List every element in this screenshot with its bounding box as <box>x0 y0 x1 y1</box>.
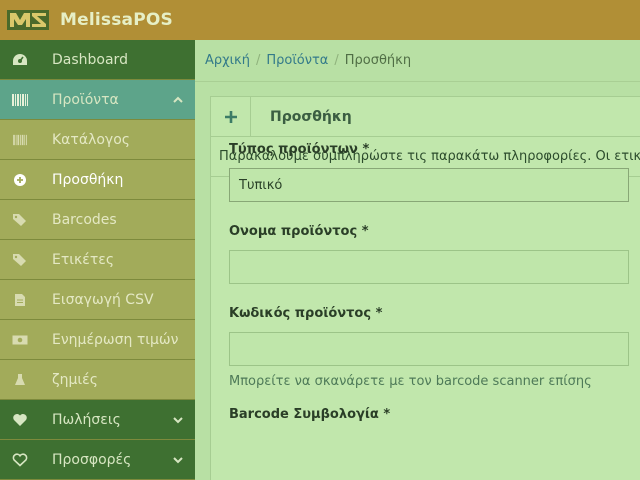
money-icon <box>10 330 30 350</box>
sidebar-item-damages[interactable]: ζημιές <box>0 360 195 400</box>
product-name-label: Ονομα προϊόντος * <box>229 224 369 239</box>
breadcrumb-home-link[interactable]: Αρχική <box>205 53 250 68</box>
panel-toggle-button[interactable] <box>211 96 251 137</box>
sidebar-item-sales[interactable]: Πωλήσεις <box>0 400 195 440</box>
sidebar-item-offers[interactable]: Προσφορές <box>0 440 195 480</box>
product-type-label: Τύπος προϊόντων * <box>229 142 370 157</box>
sidebar: Dashboard Προϊόντα Κατάλογος Προσθήκη Ba… <box>0 40 195 480</box>
sidebar-item-label: Προσφορές <box>52 451 132 468</box>
sidebar-item-label: Προσθήκη <box>52 171 124 188</box>
flask-icon <box>10 370 30 390</box>
plus-icon <box>224 110 237 123</box>
breadcrumb-separator: / <box>334 53 339 68</box>
barcode-icon <box>10 130 30 150</box>
sidebar-item-add[interactable]: Προσθήκη <box>0 160 195 200</box>
logo[interactable] <box>0 0 50 40</box>
sidebar-item-labels[interactable]: Ετικέτες <box>0 240 195 280</box>
sidebar-item-label: Ετικέτες <box>52 251 115 268</box>
barcode-icon <box>10 90 30 110</box>
product-form: Τύπος προϊόντων * Τυπικό Ονομα προϊόντος… <box>229 142 640 427</box>
breadcrumb-separator: / <box>255 53 261 68</box>
sidebar-item-barcodes[interactable]: Barcodes <box>0 200 195 240</box>
dashboard-icon <box>10 50 30 70</box>
chevron-down-icon <box>173 417 183 424</box>
barcode-symbology-label: Barcode Συμβολογία * <box>229 407 391 422</box>
plus-circle-icon <box>10 170 30 190</box>
heart-outline-icon <box>10 450 30 470</box>
panel-title: Προσθήκη <box>270 108 352 125</box>
sidebar-item-import-csv[interactable]: Εισαγωγή CSV <box>0 280 195 320</box>
sidebar-item-label: Barcodes <box>52 211 117 228</box>
main-content: Αρχική / Προϊόντα / Προσθήκη Προσθήκη Πα… <box>195 40 640 480</box>
breadcrumb-current: Προσθήκη <box>344 53 412 68</box>
sidebar-item-update-prices[interactable]: Ενημέρωση τιμών <box>0 320 195 360</box>
sidebar-item-label: Πωλήσεις <box>52 411 121 428</box>
product-code-label: Κωδικός προϊόντος * <box>229 306 383 321</box>
product-type-select[interactable]: Τυπικό <box>229 168 629 202</box>
sidebar-item-label: Κατάλογος <box>52 131 130 148</box>
sidebar-item-label: Προϊόντα <box>52 91 119 108</box>
top-bar: MelissaPOS <box>0 0 640 40</box>
chevron-up-icon <box>173 96 183 103</box>
sidebar-item-label: Εισαγωγή CSV <box>52 291 154 308</box>
heart-icon <box>10 410 30 430</box>
sidebar-item-dashboard[interactable]: Dashboard <box>0 40 195 80</box>
brand-name: MelissaPOS <box>60 10 173 30</box>
sidebar-item-label: Ενημέρωση τιμών <box>52 331 179 348</box>
sidebar-item-label: Dashboard <box>52 51 128 68</box>
chevron-down-icon <box>173 457 183 464</box>
breadcrumb-products-link[interactable]: Προϊόντα <box>266 53 328 68</box>
tags-icon <box>10 210 30 230</box>
product-name-input[interactable] <box>229 250 629 284</box>
sidebar-item-products[interactable]: Προϊόντα <box>0 80 195 120</box>
sidebar-item-label: ζημιές <box>52 371 98 388</box>
file-icon <box>10 290 30 310</box>
product-code-input[interactable] <box>229 332 629 366</box>
sidebar-item-catalog[interactable]: Κατάλογος <box>0 120 195 160</box>
breadcrumb: Αρχική / Προϊόντα / Προσθήκη <box>195 40 640 82</box>
product-code-help: Μπορείτε να σκανάρετε με τον barcode sca… <box>229 374 592 389</box>
logo-icon <box>7 10 49 30</box>
tags-icon <box>10 250 30 270</box>
panel-header: Προσθήκη <box>211 96 640 137</box>
